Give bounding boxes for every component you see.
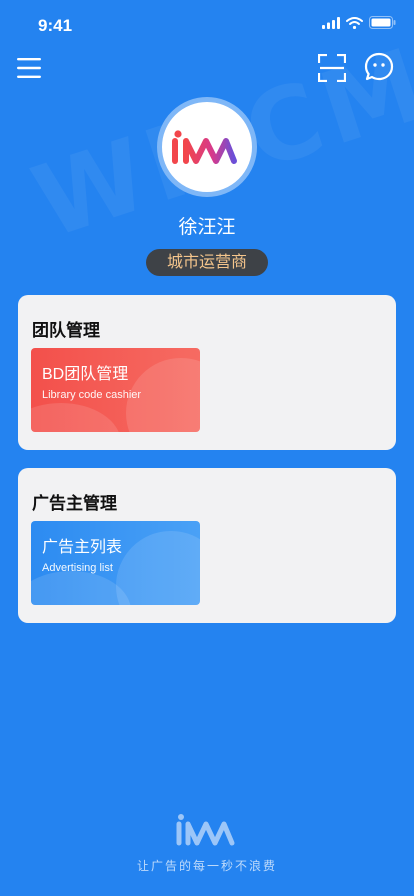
footer-slogan: 让广告的每一秒不浪费 [136, 859, 277, 873]
team-management-card: 团队管理 BD团队管理 Library code cashier [18, 295, 396, 450]
scan-icon[interactable] [318, 54, 346, 82]
signal-icon [322, 16, 340, 29]
advertiser-management-card: 广告主管理 广告主列表 Advertising list [18, 468, 396, 623]
advertiser-list-tile-subtitle: Advertising list [42, 562, 113, 574]
role-badge: 城市运营商 [146, 249, 268, 276]
footer-logo-icon [176, 814, 235, 846]
battery-icon [369, 16, 396, 29]
status-icons [322, 16, 396, 29]
status-time: 9:41 [38, 16, 73, 35]
avatar[interactable] [157, 97, 257, 197]
bd-team-tile-title: BD团队管理 [42, 366, 129, 383]
tile-decoration [31, 403, 121, 432]
status-bar: 9:41 [0, 0, 414, 48]
bd-team-tile-subtitle: Library code cashier [42, 389, 142, 401]
user-name: 徐汪汪 [178, 217, 236, 238]
bd-team-tile[interactable]: BD团队管理 Library code cashier [31, 348, 200, 432]
team-management-title: 团队管理 [32, 321, 100, 340]
wifi-icon [346, 16, 363, 29]
menu-icon[interactable] [16, 56, 42, 80]
advertiser-list-tile-title: 广告主列表 [42, 539, 123, 556]
chat-icon[interactable] [364, 52, 394, 82]
advertiser-list-tile[interactable]: 广告主列表 Advertising list [31, 521, 200, 605]
advertiser-management-title: 广告主管理 [32, 494, 117, 513]
wmcm-logo-icon [172, 130, 237, 164]
